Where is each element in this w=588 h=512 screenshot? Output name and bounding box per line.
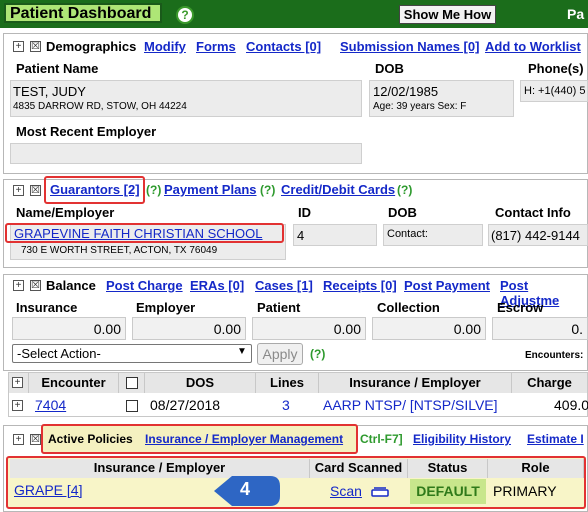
collection-balance-label: Collection xyxy=(377,300,440,315)
select-all-checkbox[interactable] xyxy=(126,377,138,389)
escrow-balance-value: 0. xyxy=(492,317,588,340)
patient-address: 4835 DARROW RD, STOW, OH 44224 xyxy=(13,101,187,112)
phone-label: Phone(s) xyxy=(528,61,584,76)
guarantor-dob-label: DOB xyxy=(388,205,417,220)
cases-link[interactable]: Cases [1] xyxy=(255,278,313,293)
add-to-worklist-link[interactable]: Add to Worklist xyxy=(485,39,581,54)
close-box-icon[interactable]: ☒ xyxy=(30,434,41,445)
eligibility-history-link[interactable]: Eligibility History xyxy=(413,432,511,446)
credit-cards-link[interactable]: Credit/Debit Cards xyxy=(281,182,395,197)
close-box-icon[interactable]: ☒ xyxy=(30,280,41,291)
encounter-lines[interactable]: 3 xyxy=(282,397,290,413)
dos-column-header: DOS xyxy=(145,373,256,393)
guarantor-id-value: 4 xyxy=(297,228,305,243)
guarantor-contact-short: Contact: xyxy=(387,228,428,240)
guarantor-phone: (817) 442-9144 xyxy=(491,228,580,243)
employer-field xyxy=(10,143,362,164)
employer-balance-value: 0.00 xyxy=(132,317,246,340)
guarantor-name-link[interactable]: GRAPEVINE FAITH CHRISTIAN SCHOOL xyxy=(14,226,263,241)
insurance-employer-column-header: Insurance / Employer xyxy=(319,373,512,393)
expand-row-icon[interactable]: + xyxy=(12,400,23,411)
close-box-icon[interactable]: ☒ xyxy=(30,41,41,52)
dob-label: DOB xyxy=(375,61,404,76)
post-payment-link[interactable]: Post Payment xyxy=(404,278,490,293)
show-me-how-button[interactable]: Show Me How xyxy=(399,5,496,24)
balance-title: Balance xyxy=(46,278,96,293)
shortcut-label: Ctrl-F7] xyxy=(360,432,403,446)
help-icon[interactable]: (?) xyxy=(397,183,412,197)
patient-name-value: TEST, JUDY xyxy=(13,84,86,99)
expand-all-icon[interactable]: + xyxy=(12,377,23,388)
receipts-link[interactable]: Receipts [0] xyxy=(323,278,397,293)
charge-column-header: Charge xyxy=(512,373,588,393)
patient-balance-value: 0.00 xyxy=(252,317,366,340)
help-icon[interactable]: (?) xyxy=(310,347,325,361)
demographics-title: Demographics xyxy=(46,39,137,54)
post-charge-link[interactable]: Post Charge xyxy=(106,278,183,293)
encounter-dos: 08/27/2018 xyxy=(150,397,221,413)
close-box-icon[interactable]: ☒ xyxy=(30,185,41,196)
select-action-value: -Select Action- xyxy=(17,346,101,361)
scan-link[interactable]: Scan xyxy=(330,483,362,499)
scanner-icon[interactable] xyxy=(371,486,389,498)
lines-column-header: Lines xyxy=(256,373,319,393)
policy-insurance-link[interactable]: GRAPE [4] xyxy=(14,482,82,498)
guarantor-id-field xyxy=(293,224,377,246)
encounters-label: Encounters: xyxy=(525,350,584,361)
encounter-charge: 409.0 xyxy=(554,397,588,413)
guarantor-id-label: ID xyxy=(298,205,311,220)
policy-role: PRIMARY xyxy=(493,483,557,499)
patient-name-label: Patient Name xyxy=(16,61,99,76)
guarantor-address: 730 E WORTH STREET, ACTON, TX 76049 xyxy=(21,245,218,256)
status-badge: DEFAULT xyxy=(410,479,486,504)
employer-label: Most Recent Employer xyxy=(16,124,157,139)
expand-icon[interactable]: + xyxy=(13,434,24,445)
guarantors-link[interactable]: Guarantors [2] xyxy=(50,182,140,197)
submission-names-link[interactable]: Submission Names [0] xyxy=(340,39,479,54)
payment-plans-link[interactable]: Payment Plans xyxy=(164,182,257,197)
collection-balance-value: 0.00 xyxy=(372,317,486,340)
expand-icon[interactable]: + xyxy=(13,280,24,291)
help-icon[interactable]: ? xyxy=(176,6,194,24)
contacts-link[interactable]: Contacts [0] xyxy=(246,39,321,54)
encounter-insurance[interactable]: AARP NTSP/ [NTSP/SILVE] xyxy=(323,397,498,413)
insurance-balance-value: 0.00 xyxy=(12,317,126,340)
expand-icon[interactable]: + xyxy=(13,41,24,52)
expand-icon[interactable]: + xyxy=(13,185,24,196)
header-right-label: Pa xyxy=(567,6,585,22)
page-title: Patient Dashboard xyxy=(4,3,162,23)
escrow-balance-label: Escrow xyxy=(497,300,544,315)
apply-button[interactable]: Apply xyxy=(257,343,303,365)
insurance-management-link[interactable]: Insurance / Employer Management xyxy=(145,432,343,446)
name-employer-label: Name/Employer xyxy=(16,205,115,220)
active-policies-title: Active Policies xyxy=(48,432,133,446)
employer-balance-label: Employer xyxy=(136,300,196,315)
age-sex: Age: 39 years Sex: F xyxy=(373,101,467,112)
dob-value: 12/02/1985 xyxy=(373,84,439,99)
encounter-column-header: Encounter xyxy=(29,373,119,393)
eras-link[interactable]: ERAs [0] xyxy=(190,278,244,293)
chevron-down-icon: ▼ xyxy=(237,346,247,357)
patient-balance-label: Patient xyxy=(257,300,301,315)
help-icon[interactable]: (?) xyxy=(146,183,161,197)
step-number-badge: 4 xyxy=(240,479,251,499)
contact-info-label: Contact Info xyxy=(495,205,571,220)
modify-link[interactable]: Modify xyxy=(144,39,186,54)
help-icon[interactable]: (?) xyxy=(260,183,275,197)
select-action-dropdown[interactable]: -Select Action- ▼ xyxy=(12,344,252,363)
forms-link[interactable]: Forms xyxy=(196,39,236,54)
row-checkbox[interactable] xyxy=(126,400,138,412)
estimate-link[interactable]: Estimate I xyxy=(527,432,584,446)
phone-value: H: +1(440) 5 xyxy=(524,85,586,97)
encounter-link[interactable]: 7404 xyxy=(35,397,66,413)
insurance-balance-label: Insurance xyxy=(16,300,78,315)
